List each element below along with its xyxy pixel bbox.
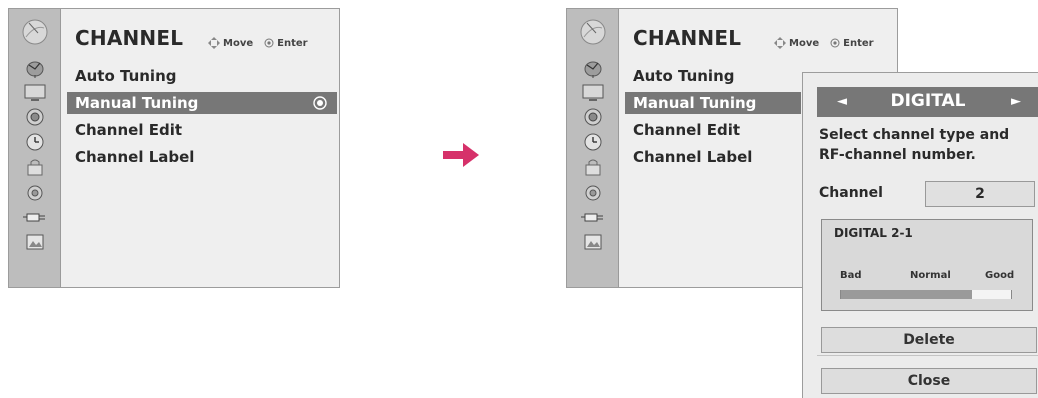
move-hint-label: Move	[223, 37, 254, 49]
satellite-dish-icon[interactable]	[13, 57, 57, 80]
menu-item-channel-edit[interactable]: Channel Edit	[67, 119, 337, 141]
signal-strength-fill	[841, 290, 972, 299]
menu-title: CHANNEL	[633, 26, 742, 50]
category-sidebar	[567, 9, 619, 287]
menu-item-auto-tuning[interactable]: Auto Tuning	[625, 65, 801, 87]
signal-bad-label: Bad	[840, 270, 862, 281]
move-arrows-icon	[208, 37, 220, 49]
channel-category-header-icon	[9, 9, 61, 55]
photo-icon[interactable]	[571, 230, 615, 253]
enter-hint-label: Enter	[277, 37, 308, 49]
category-sidebar	[9, 9, 61, 287]
clock-icon[interactable]	[13, 130, 57, 153]
enter-hint-label: Enter	[843, 37, 874, 49]
right-arrow-icon[interactable]: ►	[1011, 94, 1021, 109]
delete-button[interactable]: Delete	[821, 327, 1037, 353]
manual-tuning-popup: ◄ DIGITAL ► Select channel type and RF-c…	[802, 72, 1038, 398]
menu-title: CHANNEL	[75, 26, 184, 50]
enter-circle-icon	[264, 38, 274, 48]
option-icon[interactable]	[571, 180, 615, 203]
menu-item-manual-tuning[interactable]: Manual Tuning	[67, 92, 337, 114]
menu-item-channel-label[interactable]: Channel Label	[67, 146, 337, 168]
move-hint-label: Move	[789, 37, 820, 49]
enter-hint: Enter	[264, 37, 308, 49]
channel-category-header-icon	[567, 9, 619, 55]
signal-good-label: Good	[985, 270, 1015, 281]
channel-number-field[interactable]: 2	[925, 181, 1035, 207]
move-arrows-icon	[774, 37, 786, 49]
input-plug-icon[interactable]	[13, 205, 57, 228]
popup-description: Select channel type and RF-channel numbe…	[819, 127, 1010, 163]
program-name: DIGITAL 2-1	[834, 226, 913, 240]
menu-item-channel-edit[interactable]: Channel Edit	[625, 119, 801, 141]
speaker-icon[interactable]	[13, 105, 57, 128]
channel-menu-before: CHANNEL Move Enter Auto Tuning Manual Tu…	[8, 8, 340, 288]
enter-selected-icon	[313, 96, 327, 110]
menu-item-auto-tuning[interactable]: Auto Tuning	[67, 65, 337, 87]
menu-item-manual-tuning[interactable]: Manual Tuning	[625, 92, 801, 114]
tv-screen-icon[interactable]	[571, 81, 615, 104]
move-hint: Move	[207, 36, 253, 50]
nav-hint: Move Enter	[773, 36, 874, 50]
menu-item-channel-label[interactable]: Channel Label	[625, 146, 801, 168]
option-icon[interactable]	[13, 180, 57, 203]
enter-circle-icon	[830, 38, 840, 48]
transition-arrow-icon	[443, 143, 479, 167]
nav-hint: Move Enter	[207, 36, 308, 50]
clock-icon[interactable]	[571, 130, 615, 153]
tv-screen-icon[interactable]	[13, 81, 57, 104]
lock-icon[interactable]	[13, 155, 57, 178]
channel-field-label: Channel	[819, 185, 883, 201]
move-hint: Move	[773, 36, 819, 50]
divider	[817, 355, 1038, 356]
photo-icon[interactable]	[13, 230, 57, 253]
close-button[interactable]: Close	[821, 368, 1037, 394]
enter-hint: Enter	[830, 37, 874, 49]
satellite-dish-icon[interactable]	[571, 57, 615, 80]
signal-panel: DIGITAL 2-1 Bad Normal Good	[821, 219, 1033, 311]
menu-item-label: Manual Tuning	[75, 94, 199, 112]
signal-normal-label: Normal	[910, 270, 951, 281]
channel-type-label: DIGITAL	[890, 91, 966, 111]
channel-type-selector[interactable]: ◄ DIGITAL ►	[817, 87, 1038, 117]
lock-icon[interactable]	[571, 155, 615, 178]
input-plug-icon[interactable]	[571, 205, 615, 228]
signal-strength-bar	[840, 290, 1012, 299]
speaker-icon[interactable]	[571, 105, 615, 128]
